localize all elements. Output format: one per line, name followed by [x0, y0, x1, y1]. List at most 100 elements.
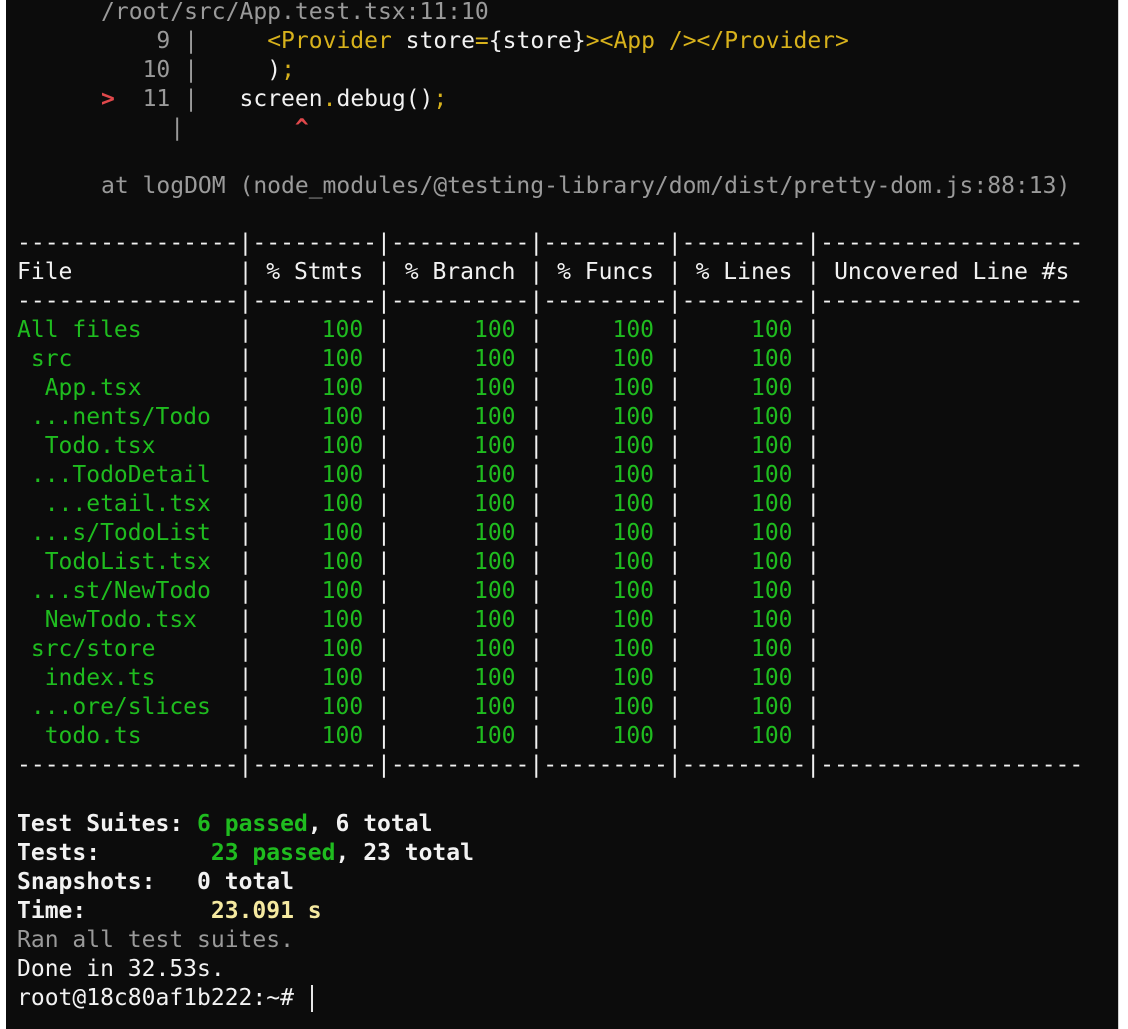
- coverage-stmts-value: 100: [252, 491, 378, 517]
- coverage-branch-value: 100: [390, 636, 530, 662]
- coverage-branch-value: 100: [390, 578, 530, 604]
- coverage-stmts-value: 100: [252, 375, 378, 401]
- coverage-lines-value: 100: [681, 723, 807, 749]
- coverage-file-name: All files: [17, 317, 239, 343]
- stack-trace-line: at logDOM (node_modules/@testing-library…: [101, 173, 1071, 199]
- code-frame-line-10: 10 | );: [142, 57, 295, 83]
- coverage-file-name: ...st/NewTodo: [17, 578, 239, 604]
- coverage-stmts-value: 100: [252, 665, 378, 691]
- coverage-lines-value: 100: [681, 607, 807, 633]
- coverage-funcs-value: 100: [543, 375, 668, 401]
- coverage-stmts-value: 100: [252, 317, 378, 343]
- coverage-file-name: ...nents/Todo: [17, 404, 239, 430]
- coverage-branch-value: 100: [390, 346, 530, 372]
- coverage-row: src/store | 100 | 100 | 100 | 100 |: [17, 636, 821, 662]
- coverage-file-name: ...ore/slices: [17, 694, 239, 720]
- coverage-lines-value: 100: [681, 578, 807, 604]
- coverage-branch-value: 100: [390, 375, 530, 401]
- coverage-lines-value: 100: [681, 491, 807, 517]
- coverage-row: All files | 100 | 100 | 100 | 100 |: [17, 317, 821, 343]
- code-frame-line-9: 9 | <Provider store={store}><App /></Pro…: [156, 28, 849, 54]
- error-caret: ^: [294, 115, 309, 141]
- coverage-row: index.ts | 100 | 100 | 100 | 100 |: [17, 665, 821, 691]
- coverage-file-name: ...s/TodoList: [17, 520, 239, 546]
- coverage-lines-value: 100: [681, 549, 807, 575]
- coverage-row: todo.ts | 100 | 100 | 100 | 100 |: [17, 723, 821, 749]
- error-location: /root/src/App.test.tsx:11:10: [101, 0, 489, 25]
- coverage-branch-value: 100: [390, 491, 530, 517]
- summary-tests: Tests: 23 passed, 23 total: [17, 840, 474, 866]
- coverage-funcs-value: 100: [543, 404, 668, 430]
- coverage-branch-value: 100: [390, 462, 530, 488]
- coverage-funcs-value: 100: [543, 491, 668, 517]
- coverage-branch-value: 100: [390, 607, 530, 633]
- coverage-branch-value: 100: [390, 723, 530, 749]
- coverage-row: App.tsx | 100 | 100 | 100 | 100 |: [17, 375, 821, 401]
- coverage-file-name: ...etail.tsx: [17, 491, 239, 517]
- coverage-lines-value: 100: [681, 375, 807, 401]
- coverage-file-name: Todo.tsx: [17, 433, 239, 459]
- summary-snapshots: Snapshots: 0 total: [17, 869, 294, 895]
- shell-prompt[interactable]: root@18c80af1b222:~#: [17, 984, 294, 1013]
- coverage-row: ...nents/Todo | 100 | 100 | 100 | 100 |: [17, 404, 821, 430]
- coverage-lines-value: 100: [681, 462, 807, 488]
- coverage-stmts-value: 100: [252, 404, 378, 430]
- header-uncovered: Uncovered Line #s: [820, 259, 1084, 285]
- coverage-lines-value: 100: [681, 346, 807, 372]
- terminal-window[interactable]: /root/src/App.test.tsx:11:10 9 | <Provid…: [6, 0, 1118, 1029]
- coverage-branch-value: 100: [390, 549, 530, 575]
- coverage-separator-top: ----------------|---------|----------|--…: [17, 230, 1084, 256]
- coverage-file-name: src/store: [17, 636, 239, 662]
- coverage-funcs-value: 100: [543, 665, 668, 691]
- header-lines: % Lines: [681, 259, 807, 285]
- coverage-row: NewTodo.tsx | 100 | 100 | 100 | 100 |: [17, 607, 821, 633]
- coverage-stmts-value: 100: [252, 549, 378, 575]
- summary-time: Time: 23.091 s: [17, 898, 322, 924]
- coverage-row: ...s/TodoList | 100 | 100 | 100 | 100 |: [17, 520, 821, 546]
- coverage-stmts-value: 100: [252, 578, 378, 604]
- summary-ran-all: Ran all test suites.: [17, 927, 294, 953]
- coverage-branch-value: 100: [390, 520, 530, 546]
- coverage-stmts-value: 100: [252, 694, 378, 720]
- coverage-file-name: TodoList.tsx: [17, 549, 239, 575]
- coverage-branch-value: 100: [390, 433, 530, 459]
- header-branch: % Branch: [390, 259, 530, 285]
- coverage-branch-value: 100: [390, 404, 530, 430]
- coverage-branch-value: 100: [390, 694, 530, 720]
- coverage-file-name: index.ts: [17, 665, 239, 691]
- coverage-row: ...TodoDetail | 100 | 100 | 100 | 100 |: [17, 462, 821, 488]
- coverage-lines-value: 100: [681, 636, 807, 662]
- coverage-funcs-value: 100: [543, 520, 668, 546]
- done-message: Done in 32.53s.: [17, 956, 225, 982]
- screen: /root/src/App.test.tsx:11:10 9 | <Provid…: [0, 0, 1128, 1029]
- coverage-file-name: App.tsx: [17, 375, 239, 401]
- coverage-separator-header: ----------------|---------|----------|--…: [17, 288, 1084, 314]
- summary-test-suites: Test Suites: 6 passed, 6 total: [17, 811, 433, 837]
- coverage-stmts-value: 100: [252, 723, 378, 749]
- coverage-stmts-value: 100: [252, 462, 378, 488]
- coverage-lines-value: 100: [681, 520, 807, 546]
- coverage-lines-value: 100: [681, 694, 807, 720]
- coverage-row: ...st/NewTodo | 100 | 100 | 100 | 100 |: [17, 578, 821, 604]
- header-stmts: % Stmts: [252, 259, 378, 285]
- code-frame-caret-line: | ^: [101, 115, 309, 141]
- coverage-stmts-value: 100: [252, 636, 378, 662]
- coverage-funcs-value: 100: [543, 549, 668, 575]
- coverage-row: ...ore/slices | 100 | 100 | 100 | 100 |: [17, 694, 821, 720]
- coverage-funcs-value: 100: [543, 346, 668, 372]
- coverage-funcs-value: 100: [543, 317, 668, 343]
- coverage-branch-value: 100: [390, 665, 530, 691]
- coverage-stmts-value: 100: [252, 607, 378, 633]
- coverage-stmts-value: 100: [252, 520, 378, 546]
- coverage-funcs-value: 100: [543, 636, 668, 662]
- coverage-file-name: ...TodoDetail: [17, 462, 239, 488]
- header-file: File: [17, 259, 239, 285]
- coverage-branch-value: 100: [390, 317, 530, 343]
- coverage-lines-value: 100: [681, 404, 807, 430]
- coverage-row: ...etail.tsx | 100 | 100 | 100 | 100 |: [17, 491, 821, 517]
- coverage-lines-value: 100: [681, 665, 807, 691]
- coverage-row: Todo.tsx | 100 | 100 | 100 | 100 |: [17, 433, 821, 459]
- coverage-stmts-value: 100: [252, 433, 378, 459]
- coverage-file-name: src: [17, 346, 239, 372]
- coverage-lines-value: 100: [681, 433, 807, 459]
